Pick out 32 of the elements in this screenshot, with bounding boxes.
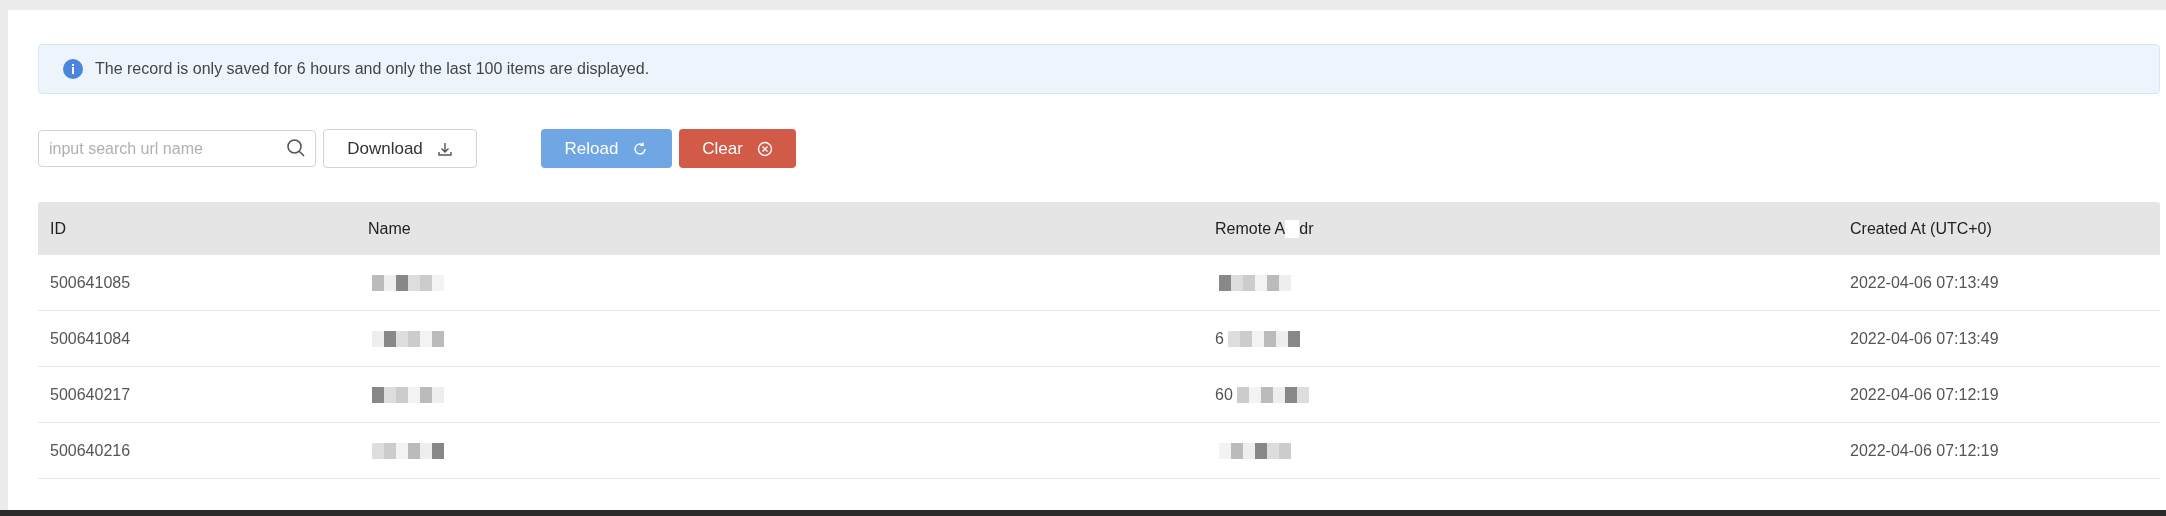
- search-field[interactable]: input search url name: [38, 130, 316, 167]
- column-header: dr: [1299, 219, 1314, 238]
- redaction-mark: [1285, 219, 1300, 238]
- redacted-mosaic: [372, 330, 444, 347]
- search-icon: [286, 138, 306, 158]
- clear-button[interactable]: Clear: [679, 129, 796, 168]
- download-icon: [436, 140, 453, 157]
- table-cell: 500640217: [50, 385, 131, 404]
- table-cell: 2022-04-06 07:12:19: [1850, 441, 1999, 460]
- notice-text: The record is only saved for 6 hours and only the last 100 items are displayed.: [95, 60, 650, 78]
- column-header: Name: [368, 219, 411, 238]
- table-cell: 500640216: [50, 441, 131, 460]
- download-button[interactable]: Download: [323, 129, 477, 168]
- redacted-mosaic: [1219, 274, 1291, 291]
- table-cell: 2022-04-06 07:12:19: [1850, 385, 1999, 404]
- redacted-mosaic: [1219, 442, 1291, 459]
- table-cell: 500641085: [50, 273, 131, 292]
- table-cell: 2022-04-06 07:13:49: [1850, 273, 1999, 292]
- reload-button[interactable]: Reload: [541, 129, 672, 168]
- info-icon: [63, 59, 83, 79]
- table-cell: 2022-04-06 07:13:49: [1850, 329, 1999, 348]
- column-header: Remote A: [1215, 219, 1286, 238]
- table-cell: 500641084: [50, 329, 131, 348]
- refresh-icon: [632, 140, 649, 157]
- table-cell: 6: [1215, 329, 1224, 348]
- redacted-mosaic: [372, 386, 444, 403]
- redacted-mosaic: [372, 274, 444, 291]
- redacted-mosaic: [372, 442, 444, 459]
- close-circle-icon: [756, 140, 773, 157]
- table-cell: 60: [1215, 385, 1233, 404]
- column-header: ID: [50, 219, 66, 238]
- column-header: Created At (UTC+0): [1850, 219, 1992, 238]
